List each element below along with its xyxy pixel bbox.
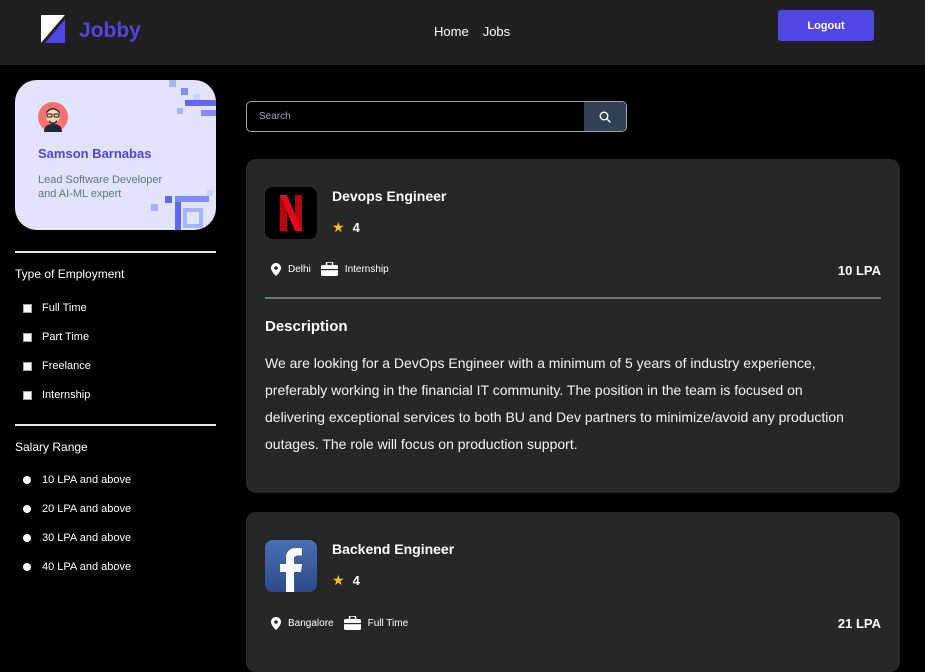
rating-value: 4 [352, 573, 360, 588]
briefcase-icon [343, 616, 361, 630]
job-location: Bangalore [288, 617, 334, 629]
radio[interactable] [23, 563, 31, 571]
checkbox[interactable] [23, 303, 32, 313]
facebook-logo-icon [265, 540, 317, 592]
employment-option-full-time[interactable]: Full Time [23, 302, 87, 314]
divider [15, 424, 216, 426]
checkbox[interactable] [23, 332, 32, 342]
option-label: Internship [42, 389, 91, 401]
jobby-logo-icon[interactable] [41, 15, 65, 43]
job-card[interactable]: Backend Engineer ★ 4 Bangalore Full Time… [246, 512, 900, 672]
job-employment-type: Internship [344, 263, 389, 275]
salary-filter-title: Salary Range [15, 440, 88, 454]
employment-option-part-time[interactable]: Part Time [23, 331, 89, 343]
job-location: Delhi [288, 263, 311, 275]
search-icon [599, 111, 611, 123]
option-label: 40 LPA and above [42, 561, 132, 573]
nav-links: Home Jobs [434, 24, 510, 39]
job-employment-type: Full Time [367, 617, 409, 629]
location-pin-icon [271, 616, 281, 630]
logout-button[interactable]: Logout [778, 10, 874, 41]
briefcase-icon [320, 262, 338, 276]
divider [15, 251, 216, 253]
option-label: 20 LPA and above [42, 503, 132, 515]
nav-home-link[interactable]: Home [434, 24, 469, 39]
employment-filter-title: Type of Employment [15, 267, 125, 281]
star-icon: ★ [332, 572, 345, 588]
radio[interactable] [23, 476, 31, 484]
job-package: 10 LPA [837, 263, 881, 278]
checkbox[interactable] [23, 390, 32, 400]
star-icon: ★ [332, 219, 345, 235]
job-meta: Delhi Internship [271, 262, 389, 276]
option-label: Full Time [42, 302, 87, 314]
brand-name[interactable]: Jobby [79, 19, 141, 43]
option-label: 10 LPA and above [42, 474, 132, 486]
option-label: Freelance [42, 360, 91, 372]
option-label: 30 LPA and above [42, 532, 132, 544]
divider [265, 297, 881, 299]
job-title: Devops Engineer [332, 188, 447, 204]
rating-value: 4 [352, 220, 360, 235]
checkbox[interactable] [23, 361, 32, 371]
nav-jobs-link[interactable]: Jobs [483, 24, 510, 39]
job-rating: ★ 4 [332, 219, 360, 236]
option-label: Part Time [42, 331, 90, 343]
salary-option-30[interactable]: 30 LPA and above [23, 532, 131, 544]
radio[interactable] [23, 505, 31, 513]
search-bar [246, 101, 627, 132]
netflix-logo-icon [265, 187, 317, 239]
navbar: Jobby Home Jobs Logout [0, 0, 925, 65]
avatar [38, 102, 68, 132]
decorative-pattern-icon [151, 190, 213, 230]
job-package: 21 LPA [837, 616, 881, 631]
salary-option-10[interactable]: 10 LPA and above [23, 474, 131, 486]
salary-option-20[interactable]: 20 LPA and above [23, 503, 131, 515]
salary-option-40[interactable]: 40 LPA and above [23, 561, 131, 573]
decorative-pattern-icon [169, 80, 216, 116]
job-rating: ★ 4 [332, 572, 360, 589]
radio[interactable] [23, 534, 31, 542]
job-description: We are looking for a DevOps Engineer wit… [265, 355, 844, 452]
job-meta: Bangalore Full Time [271, 616, 408, 630]
profile-card: Samson Barnabas Lead Software Developer … [15, 80, 216, 230]
employment-option-internship[interactable]: Internship [23, 389, 90, 401]
description-heading: Description [265, 318, 348, 335]
profile-name: Samson Barnabas [38, 146, 152, 161]
job-card[interactable]: Devops Engineer ★ 4 Delhi Internship 10 … [246, 159, 900, 493]
search-button[interactable] [584, 102, 626, 131]
employment-option-freelance[interactable]: Freelance [23, 360, 91, 372]
search-input[interactable] [247, 102, 584, 131]
job-title: Backend Engineer [332, 541, 455, 557]
location-pin-icon [271, 262, 281, 276]
